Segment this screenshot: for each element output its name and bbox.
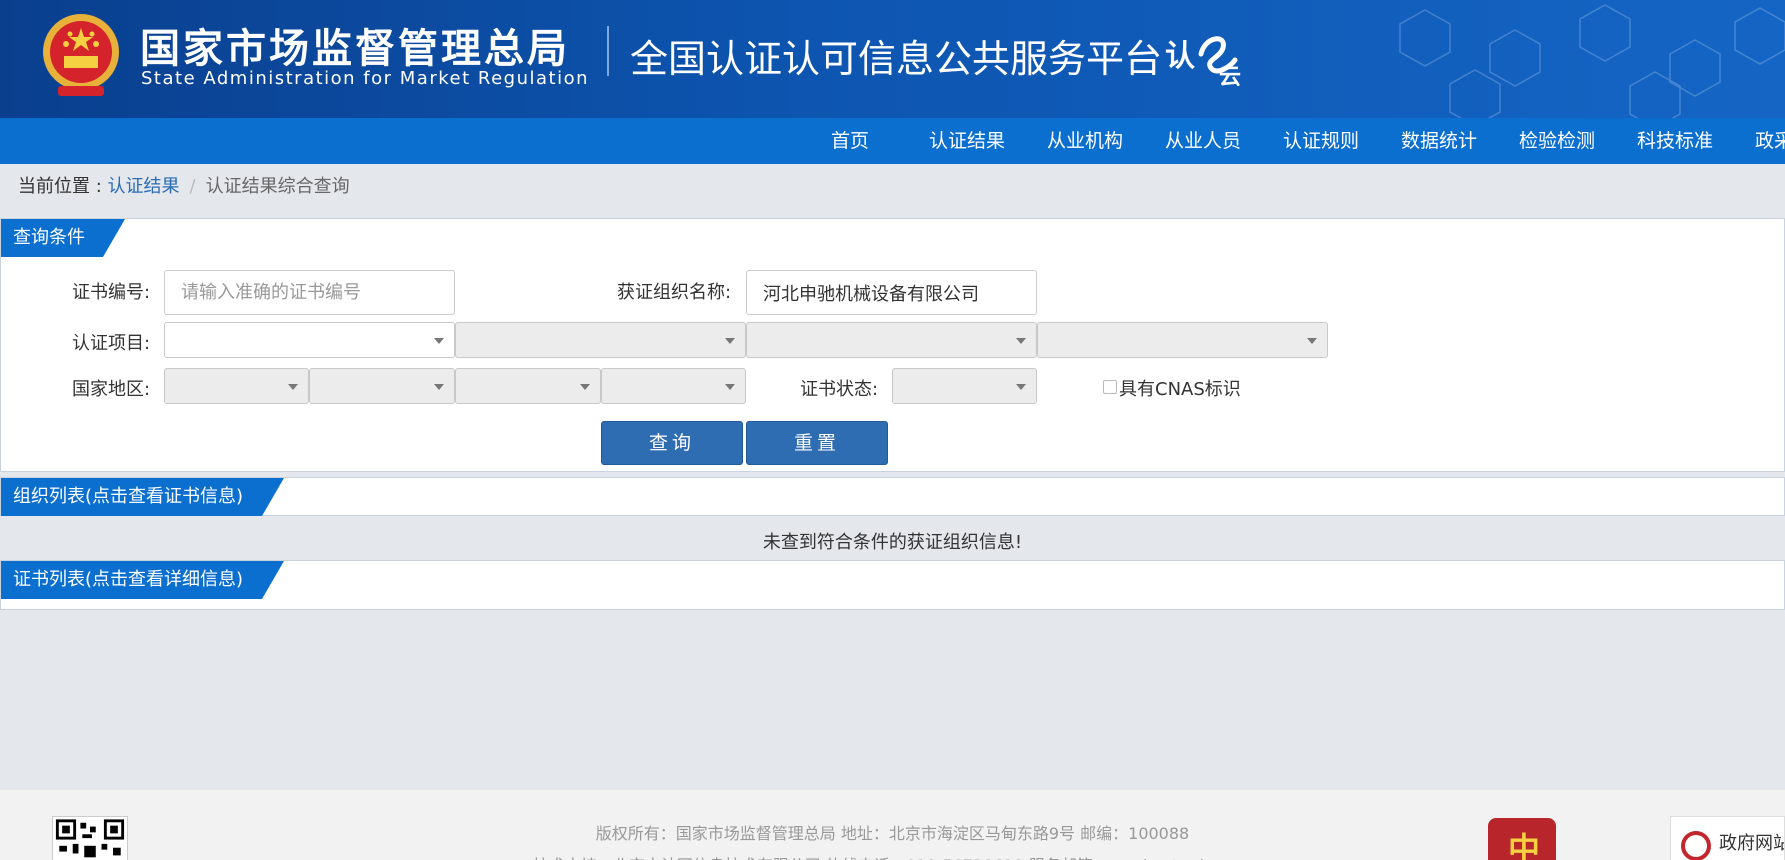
nav-item-cert-results[interactable]: 认证结果 — [929, 118, 1005, 164]
cert-item-select-1[interactable] — [164, 322, 455, 358]
cert-item-select-4[interactable] — [1037, 322, 1328, 358]
search-button[interactable]: 查询 — [601, 421, 743, 465]
chevron-down-icon — [1016, 384, 1026, 390]
region-select-1[interactable] — [164, 368, 309, 404]
cert-list-panel: 证书列表(点击查看详细信息) — [0, 560, 1785, 610]
svg-text:云: 云 — [1219, 65, 1241, 86]
org-list-panel: 组织列表(点击查看证书信息) — [0, 477, 1785, 516]
cnas-checkbox[interactable] — [1103, 380, 1117, 394]
cert-list-title: 证书列表(点击查看详细信息) — [1, 561, 284, 599]
svg-text:中: 中 — [1508, 830, 1540, 860]
gov-website-badge-text: 政府网站 — [1719, 833, 1785, 854]
chevron-down-icon — [1307, 338, 1317, 344]
chevron-down-icon — [1016, 338, 1026, 344]
gov-website-badge[interactable]: 政府网站 — [1670, 816, 1785, 860]
region-select-4[interactable] — [601, 368, 746, 404]
reset-button[interactable]: 重置 — [746, 421, 888, 465]
chevron-down-icon — [725, 384, 735, 390]
site-footer: 版权所有：国家市场监督管理总局 地址：北京市海淀区马甸东路9号 邮编：10008… — [0, 790, 1785, 860]
main-nav: 首页 认证结果 从业机构 从业人员 认证规则 数据统计 检验检测 科技标准 政采 — [0, 118, 1785, 164]
nav-item-institutions[interactable]: 从业机构 — [1047, 118, 1123, 164]
national-emblem-icon — [43, 14, 119, 96]
query-panel: 查询条件 证书编号: 获证组织名称: 认证项目: 国家地区: 证书状态: 具有C… — [0, 218, 1785, 472]
nav-item-standards[interactable]: 科技标准 — [1637, 118, 1713, 164]
nav-item-policy[interactable]: 政采 — [1755, 118, 1785, 164]
region-label: 国家地区: — [72, 379, 151, 400]
platform-logo-icon: 认 云 — [1165, 36, 1241, 86]
chevron-down-icon — [434, 384, 444, 390]
cert-item-select-3[interactable] — [746, 322, 1037, 358]
chevron-down-icon — [288, 384, 298, 390]
header-divider — [607, 26, 609, 76]
nav-item-home[interactable]: 首页 — [831, 118, 869, 164]
org-name-cn: 国家市场监督管理总局 — [140, 26, 570, 72]
chevron-down-icon — [434, 338, 444, 344]
chevron-down-icon — [580, 384, 590, 390]
org-name-input[interactable] — [746, 270, 1037, 315]
org-list-title: 组织列表(点击查看证书信息) — [1, 478, 284, 516]
cert-no-input[interactable] — [164, 270, 455, 315]
platform-title: 全国认证认可信息公共服务平台 — [630, 37, 1163, 81]
status-label: 证书状态: — [800, 379, 879, 400]
region-select-2[interactable] — [309, 368, 455, 404]
nav-item-inspection[interactable]: 检验检测 — [1519, 118, 1595, 164]
gov-website-logo-icon — [1681, 831, 1711, 860]
emblem-badge-icon: 中 — [1508, 830, 1540, 860]
breadcrumb-link-cert-results[interactable]: 认证结果 — [108, 176, 180, 197]
svg-text:认: 认 — [1165, 39, 1195, 74]
cert-status-select[interactable] — [892, 368, 1037, 404]
breadcrumb-label: 当前位置 : — [18, 176, 108, 197]
chevron-down-icon — [725, 338, 735, 344]
org-list-empty-message: 未查到符合条件的获证组织信息! — [762, 532, 1023, 553]
org-name-label: 获证组织名称: — [617, 282, 732, 303]
org-name-en: State Administration for Market Regulati… — [141, 68, 589, 89]
hexagon-pattern-decoration — [1399, 4, 1785, 118]
nav-item-statistics[interactable]: 数据统计 — [1401, 118, 1477, 164]
cert-item-label: 认证项目: — [72, 333, 151, 354]
region-select-3[interactable] — [455, 368, 601, 404]
gov-badge-icon[interactable]: 中 — [1488, 818, 1556, 860]
breadcrumb-separator: / — [189, 176, 196, 197]
cert-no-label: 证书编号: — [72, 282, 151, 303]
nav-item-cert-rules[interactable]: 认证规则 — [1283, 118, 1359, 164]
breadcrumb: 当前位置 : 认证结果 / 认证结果综合查询 — [18, 174, 350, 200]
breadcrumb-current: 认证结果综合查询 — [205, 176, 350, 197]
cnas-label: 具有CNAS标识 — [1119, 379, 1241, 400]
site-header: 国家市场监督管理总局 State Administration for Mark… — [0, 0, 1785, 118]
query-panel-title: 查询条件 — [1, 219, 125, 257]
nav-item-personnel[interactable]: 从业人员 — [1165, 118, 1241, 164]
cert-item-select-2[interactable] — [455, 322, 746, 358]
